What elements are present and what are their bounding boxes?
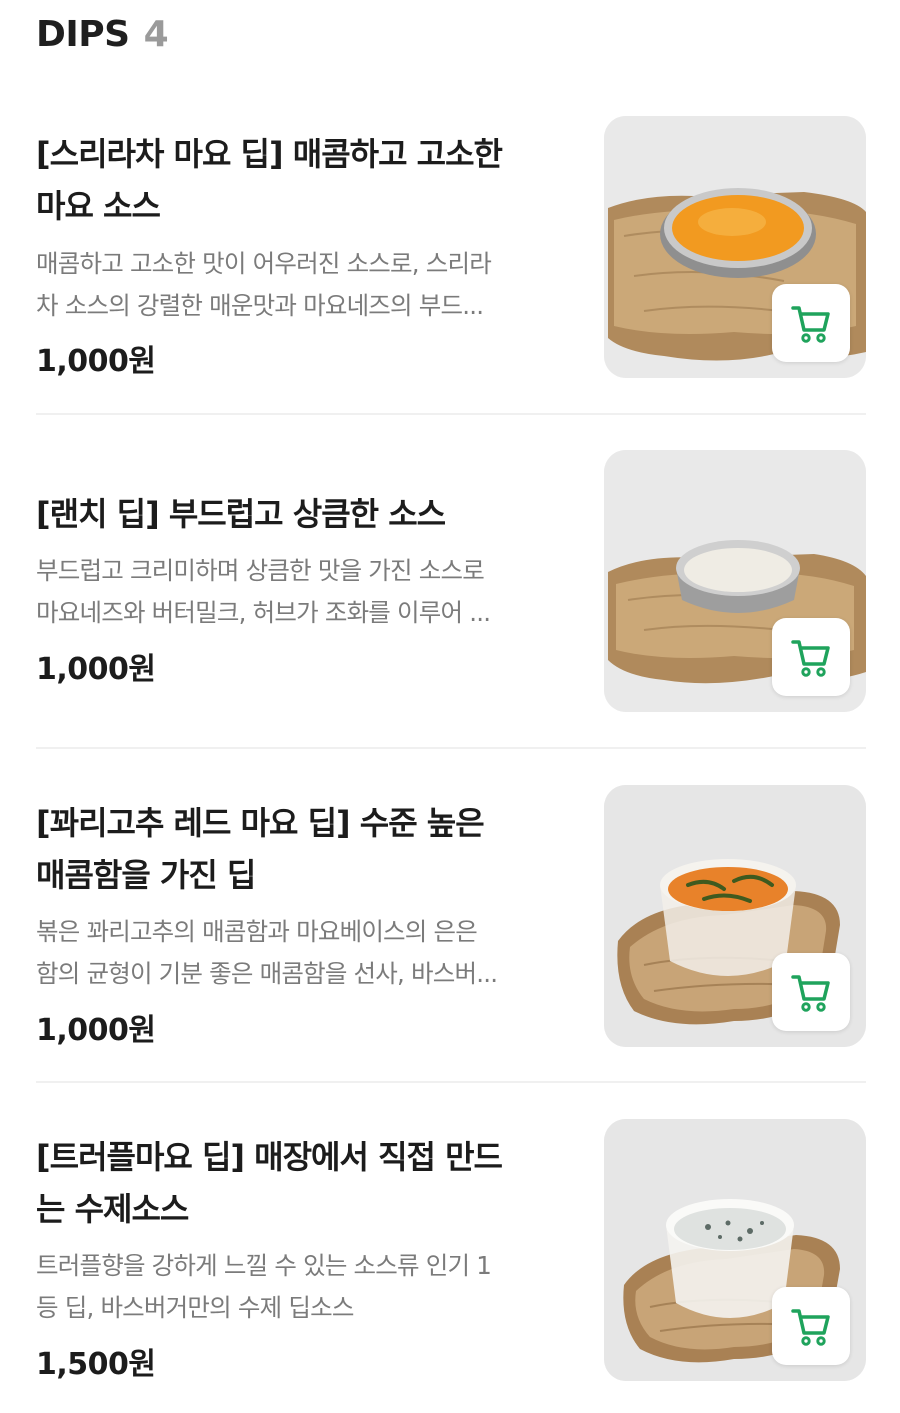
menu-item-image[interactable] <box>604 785 866 1047</box>
divider <box>36 413 866 415</box>
menu-item-info[interactable]: [트러플마요 딥] 매장에서 직접 만드 는 수제소스 트러플향을 강하게 느낄… <box>36 1119 566 1383</box>
cart-icon <box>791 1309 830 1346</box>
menu-item[interactable]: [꽈리고추 레드 마요 딥] 수준 높은 매콤함을 가진 딥 볶은 꽈리고추의 … <box>36 785 866 1049</box>
menu-item-info[interactable]: [꽈리고추 레드 마요 딥] 수준 높은 매콤함을 가진 딥 볶은 꽈리고추의 … <box>36 785 566 1049</box>
menu-item-description: 볶은 꽈리고추의 매콤함과 마요베이스의 은은 함의 균형이 기분 좋은 매콤함… <box>36 917 498 988</box>
menu-item-image[interactable] <box>604 116 866 378</box>
menu-item-info[interactable]: [스리라차 마요 딥] 매콤하고 고소한 마요 소스 매콤하고 고소한 맛이 어… <box>36 116 566 380</box>
section-header: DIPS 4 <box>36 14 169 55</box>
menu-item[interactable]: [랜치 딥] 부드럽고 상큼한 소스 부드럽고 크리미하며 상큼한 맛을 가진 … <box>36 450 866 714</box>
menu-item-name: [트러플마요 딥] 매장에서 직접 만드 는 수제소스 <box>36 1138 503 1228</box>
menu-item[interactable]: [트러플마요 딥] 매장에서 직접 만드 는 수제소스 트러플향을 강하게 느낄… <box>36 1119 866 1383</box>
menu-item-price: 1,000원 <box>36 1013 156 1048</box>
add-to-cart-button[interactable] <box>772 1287 850 1365</box>
menu-item-description: 매콤하고 고소한 맛이 어우러진 소스로, 스리라 차 소스의 강렬한 매운맛과… <box>36 249 492 320</box>
cart-icon <box>791 640 830 677</box>
cart-icon <box>791 306 830 343</box>
section-title: DIPS <box>36 14 130 55</box>
menu-item-image[interactable] <box>604 1119 866 1381</box>
menu-item[interactable]: [스리라차 마요 딥] 매콤하고 고소한 마요 소스 매콤하고 고소한 맛이 어… <box>36 116 866 380</box>
menu-item-name: [랜치 딥] 부드럽고 상큼한 소스 <box>36 495 446 533</box>
menu-item-price: 1,000원 <box>36 652 156 687</box>
cart-icon <box>791 975 830 1012</box>
add-to-cart-button[interactable] <box>772 618 850 696</box>
menu-item-image[interactable] <box>604 450 866 712</box>
section-count: 4 <box>143 14 169 55</box>
menu-item-description: 부드럽고 크리미하며 상큼한 맛을 가진 소스로 마요네즈와 버터밀크, 허브가… <box>36 556 491 627</box>
menu-item-name: [꽈리고추 레드 마요 딥] 수준 높은 매콤함을 가진 딥 <box>36 804 485 894</box>
menu-item-price: 1,000원 <box>36 344 156 379</box>
menu-item-description: 트러플향을 강하게 느낄 수 있는 소스류 인기 1 등 딥, 바스버거만의 수… <box>36 1251 492 1322</box>
add-to-cart-button[interactable] <box>772 953 850 1031</box>
menu-item-price: 1,500원 <box>36 1347 156 1382</box>
menu-item-name: [스리라차 마요 딥] 매콤하고 고소한 마요 소스 <box>36 135 503 225</box>
divider <box>36 747 866 749</box>
add-to-cart-button[interactable] <box>772 284 850 362</box>
divider <box>36 1081 866 1083</box>
menu-item-info[interactable]: [랜치 딥] 부드럽고 상큼한 소스 부드럽고 크리미하며 상큼한 맛을 가진 … <box>36 450 566 714</box>
